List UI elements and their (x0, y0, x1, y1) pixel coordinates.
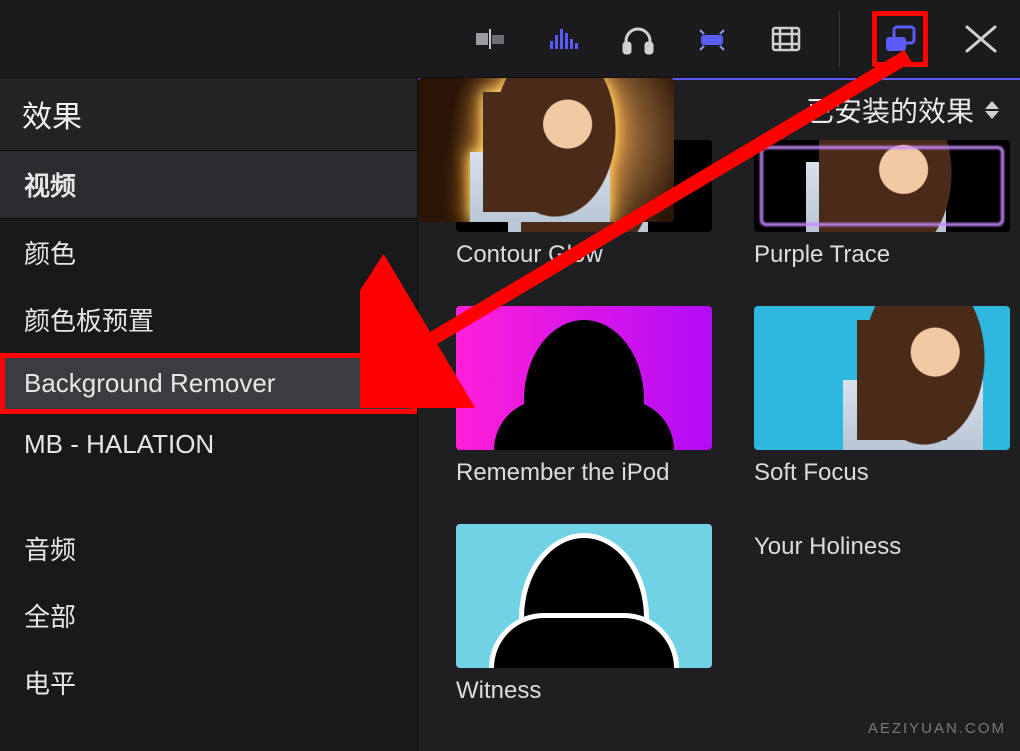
effect-thumbnail (456, 306, 712, 450)
sidebar-item-audio[interactable]: 音频 (0, 515, 417, 582)
effect-label: Purple Trace (754, 240, 1010, 270)
sidebar-item-mb-halation[interactable]: MB - HALATION (0, 414, 417, 475)
audio-meters-icon[interactable] (543, 18, 585, 60)
effect-thumbnail (754, 140, 1010, 232)
effects-grid: Contour Glow Purple Trace Remember the i… (418, 134, 1020, 726)
effect-your-holiness[interactable]: Your Holiness (754, 524, 1010, 706)
installed-effects-label: 已安装的效果 (806, 90, 974, 130)
effect-purple-trace[interactable]: Purple Trace (754, 140, 1010, 270)
sidebar-item-background-remover[interactable]: Background Remover (0, 353, 417, 414)
effect-label: Remember the iPod (456, 458, 712, 488)
sidebar-item-color-presets[interactable]: 颜色板预置 (0, 286, 417, 353)
color-wheels-icon[interactable] (691, 18, 733, 60)
sidebar-item-all[interactable]: 全部 (0, 582, 417, 649)
top-toolbar (0, 0, 1020, 78)
effect-thumbnail (456, 524, 712, 668)
effect-label: Soft Focus (754, 458, 1010, 488)
effect-witness[interactable]: Witness (456, 524, 712, 706)
effect-label: Contour Glow (456, 240, 712, 270)
watermark: AEZIYUAN.COM (868, 720, 1006, 737)
updown-icon (982, 101, 1002, 119)
transitions-icon[interactable] (960, 18, 1002, 60)
toolbar-divider (839, 11, 840, 67)
filmstrip-icon[interactable] (765, 18, 807, 60)
effect-thumbnail (754, 306, 1010, 450)
effect-label: Witness (456, 676, 712, 706)
headphones-icon[interactable] (617, 18, 659, 60)
sidebar-spacer (0, 475, 417, 515)
effect-label: Your Holiness (754, 532, 1010, 562)
effect-soft-focus[interactable]: Soft Focus (754, 306, 1010, 488)
clips-icon[interactable] (469, 18, 511, 60)
effects-content: 已安装的效果 Contour Glow Purple Trace Remembe… (418, 78, 1020, 751)
effect-thumbnail (418, 78, 674, 222)
effects-sidebar: 效果 视频 颜色 颜色板预置 Background Remover MB - H… (0, 78, 418, 751)
effect-remember-ipod[interactable]: Remember the iPod (456, 306, 712, 488)
effects-browser-icon[interactable] (872, 11, 928, 67)
sidebar-item-color[interactable]: 颜色 (0, 219, 417, 286)
sidebar-item-level[interactable]: 电平 (0, 649, 417, 716)
sidebar-title: 效果 (0, 78, 417, 151)
sidebar-item-video[interactable]: 视频 (0, 151, 417, 219)
